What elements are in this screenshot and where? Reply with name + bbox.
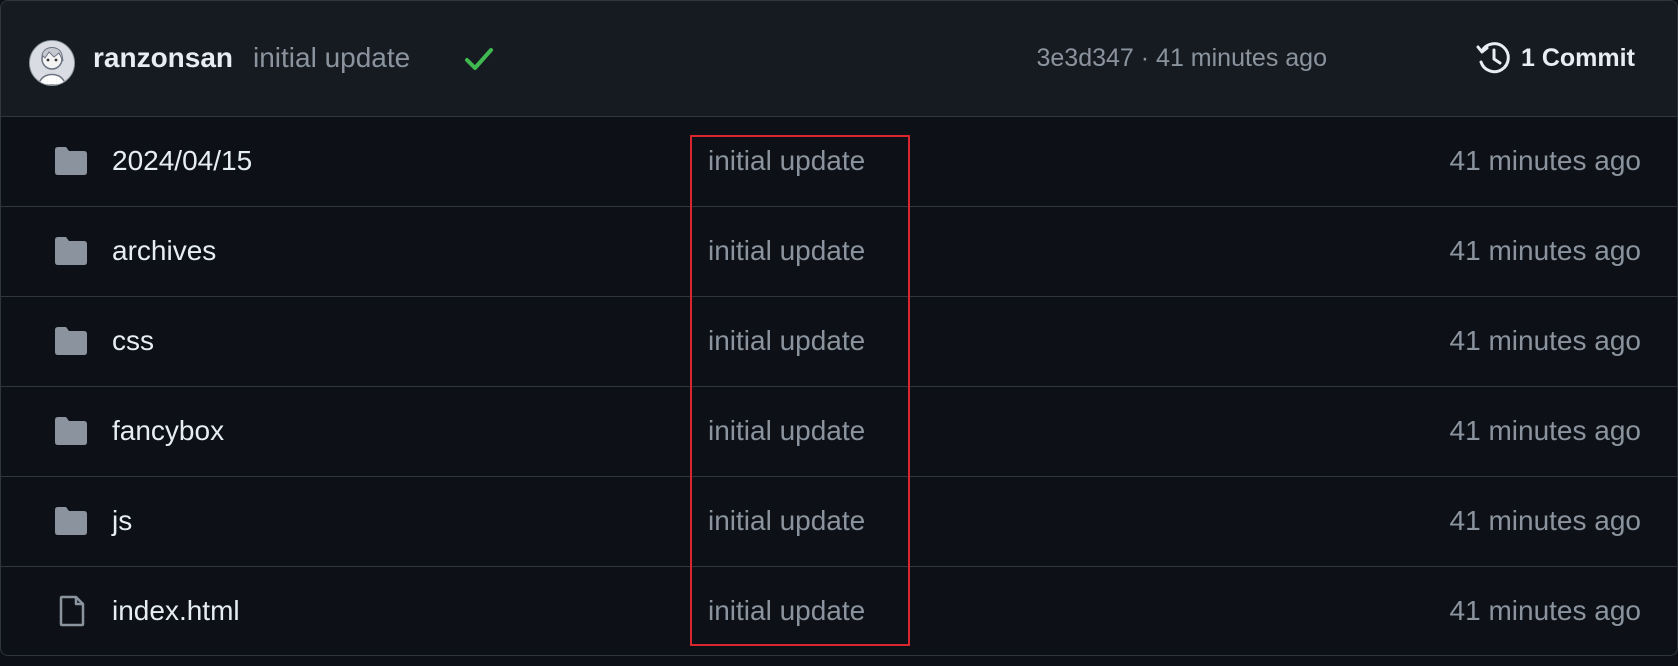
file-icon <box>59 595 85 627</box>
file-updated-time: 41 minutes ago <box>1449 235 1641 266</box>
file-row[interactable]: 2024/04/15 initial update 41 minutes ago <box>1 117 1677 207</box>
file-row[interactable]: fancybox initial update 41 minutes ago <box>1 387 1677 477</box>
repository-file-browser: ranzonsan initial update 3e3d347 · 41 mi… <box>0 0 1678 656</box>
file-name-link[interactable]: index.html <box>112 595 240 627</box>
file-name-link[interactable]: archives <box>112 235 216 267</box>
file-row[interactable]: archives initial update 41 minutes ago <box>1 207 1677 297</box>
commit-history-button[interactable]: 1 Commit <box>1475 39 1635 77</box>
folder-icon <box>55 417 87 445</box>
folder-icon <box>55 147 87 175</box>
check-icon[interactable] <box>463 45 495 73</box>
file-commit-message-link[interactable]: initial update <box>708 325 865 357</box>
commit-meta: 3e3d347 · 41 minutes ago <box>1037 44 1328 73</box>
file-name-link[interactable]: 2024/04/15 <box>112 145 252 177</box>
commit-count-label: 1 Commit <box>1521 43 1635 72</box>
file-name-link[interactable]: css <box>112 325 154 357</box>
avatar-image <box>30 41 74 85</box>
file-row[interactable]: index.html initial update 41 minutes ago <box>1 567 1677 655</box>
commit-author-link[interactable]: ranzonsan <box>93 42 233 74</box>
latest-commit-bar: ranzonsan initial update 3e3d347 · 41 mi… <box>1 1 1677 117</box>
file-commit-message-link[interactable]: initial update <box>708 145 865 177</box>
author-avatar[interactable] <box>29 40 75 86</box>
file-updated-time: 41 minutes ago <box>1449 505 1641 536</box>
commit-time: 41 minutes ago <box>1156 44 1327 72</box>
file-name-link[interactable]: fancybox <box>112 415 224 447</box>
file-updated-time: 41 minutes ago <box>1449 595 1641 626</box>
file-updated-time: 41 minutes ago <box>1449 325 1641 356</box>
folder-icon <box>55 327 87 355</box>
file-commit-message-link[interactable]: initial update <box>708 415 865 447</box>
commit-hash-link[interactable]: 3e3d347 <box>1037 44 1134 72</box>
folder-icon <box>55 237 87 265</box>
file-updated-time: 41 minutes ago <box>1449 415 1641 446</box>
file-updated-time: 41 minutes ago <box>1449 145 1641 176</box>
file-list: 2024/04/15 initial update 41 minutes ago… <box>1 117 1677 655</box>
file-row[interactable]: css initial update 41 minutes ago <box>1 297 1677 387</box>
file-commit-message-link[interactable]: initial update <box>708 235 865 267</box>
file-commit-message-link[interactable]: initial update <box>708 505 865 537</box>
history-clock-icon <box>1476 42 1510 74</box>
file-row[interactable]: js initial update 41 minutes ago <box>1 477 1677 567</box>
commit-meta-separator: · <box>1133 44 1157 72</box>
file-name-link[interactable]: js <box>112 505 132 537</box>
file-commit-message-link[interactable]: initial update <box>708 595 865 627</box>
folder-icon <box>55 507 87 535</box>
commit-message-link[interactable]: initial update <box>253 42 410 74</box>
